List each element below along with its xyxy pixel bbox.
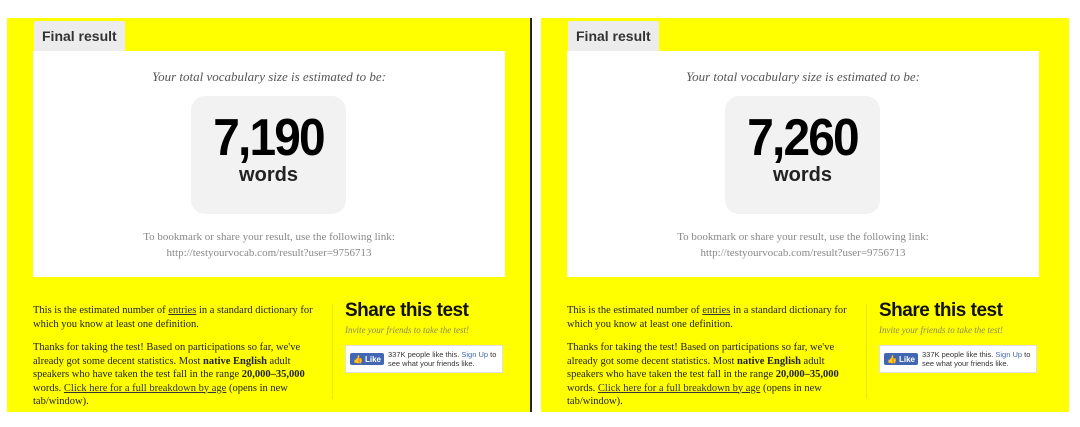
- score-unit: words: [239, 164, 298, 186]
- share-title: Share this test: [345, 300, 469, 321]
- explanation-paragraph-2: Thanks for taking the test! Based on par…: [33, 341, 315, 409]
- explanation-paragraph-1: This is the estimated number of entries …: [567, 304, 849, 331]
- range-bold: 20,000–35,000: [775, 369, 839, 380]
- range-bold: 20,000–35,000: [241, 369, 305, 380]
- explanation-paragraph-1: This is the estimated number of entries …: [33, 304, 315, 331]
- share-section: Share this test Invite your friends to t…: [345, 300, 515, 373]
- facebook-like-text: 337K people like this. Sign Up to see wh…: [388, 350, 498, 368]
- result-link[interactable]: http://testyourvocab.com/result?user=975…: [567, 245, 1039, 261]
- entries-link[interactable]: entries: [702, 305, 730, 316]
- share-subtitle: Invite your friends to take the test!: [879, 325, 1003, 335]
- like-label: Like: [364, 354, 381, 364]
- column-divider: [866, 304, 867, 399]
- facebook-like-button[interactable]: 👍 Like: [350, 353, 384, 365]
- text-span: words.: [567, 382, 598, 394]
- bookmark-instruction: To bookmark or share your result, use th…: [677, 231, 929, 243]
- native-english-bold: native English: [203, 355, 267, 367]
- facebook-like-widget: 👍 Like 337K people like this. Sign Up to…: [879, 345, 1037, 373]
- result-card: Your total vocabulary size is estimated …: [567, 51, 1039, 277]
- result-link[interactable]: http://testyourvocab.com/result?user=975…: [33, 245, 505, 261]
- result-panel-right: Final result Your total vocabulary size …: [541, 18, 1069, 412]
- text-span: This is the estimated number of: [33, 305, 169, 316]
- score-box: 7,260 words: [725, 96, 880, 214]
- entries-link[interactable]: entries: [168, 305, 196, 316]
- facebook-like-widget: 👍 Like 337K people like this. Sign Up to…: [345, 345, 503, 373]
- result-subtitle: Your total vocabulary size is estimated …: [152, 69, 386, 84]
- thumbs-up-icon: 👍: [353, 354, 363, 364]
- result-subtitle: Your total vocabulary size is estimated …: [686, 69, 920, 84]
- like-count: 337K people like this.: [921, 350, 994, 359]
- text-span: This is the estimated number of: [567, 305, 703, 316]
- explanation-text: This is the estimated number of entries …: [33, 304, 315, 412]
- share-section: Share this test Invite your friends to t…: [879, 300, 1049, 373]
- native-english-bold: native English: [737, 355, 801, 367]
- age-breakdown-link[interactable]: Click here for a full breakdown by age: [598, 383, 760, 394]
- text-span: words.: [33, 382, 64, 394]
- facebook-like-button[interactable]: 👍 Like: [884, 353, 918, 365]
- explanation-paragraph-2: Thanks for taking the test! Based on par…: [567, 341, 849, 409]
- explanation-text: This is the estimated number of entries …: [567, 304, 849, 412]
- bookmark-instruction: To bookmark or share your result, use th…: [143, 231, 395, 243]
- age-breakdown-link[interactable]: Click here for a full breakdown by age: [64, 383, 226, 394]
- final-result-tab[interactable]: Final result: [568, 21, 659, 51]
- signup-link[interactable]: Sign Up: [995, 350, 1022, 359]
- bookmark-info: To bookmark or share your result, use th…: [33, 229, 505, 261]
- like-label: Like: [898, 354, 915, 364]
- screenshot-divider: [530, 18, 532, 412]
- final-result-tab[interactable]: Final result: [34, 21, 125, 51]
- signup-link[interactable]: Sign Up: [461, 350, 488, 359]
- vocabulary-score: 7,190: [213, 109, 325, 167]
- share-title: Share this test: [879, 300, 1003, 321]
- thumbs-up-icon: 👍: [887, 354, 897, 364]
- result-panel-left: Final result Your total vocabulary size …: [7, 18, 531, 412]
- like-count: 337K people like this.: [387, 350, 460, 359]
- column-divider: [332, 304, 333, 399]
- share-subtitle: Invite your friends to take the test!: [345, 325, 469, 335]
- bookmark-info: To bookmark or share your result, use th…: [567, 229, 1039, 261]
- facebook-like-text: 337K people like this. Sign Up to see wh…: [922, 350, 1032, 368]
- score-unit: words: [773, 164, 832, 186]
- vocabulary-score: 7,260: [747, 109, 859, 167]
- result-card: Your total vocabulary size is estimated …: [33, 51, 505, 277]
- score-box: 7,190 words: [191, 96, 346, 214]
